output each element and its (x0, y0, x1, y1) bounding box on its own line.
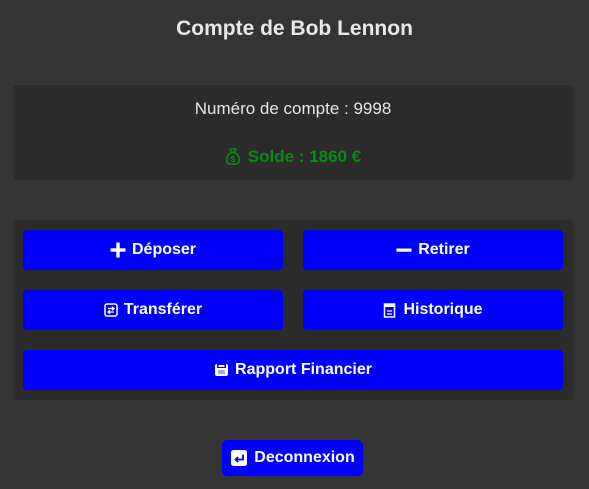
balance-text: Solde : 1860 € (247, 147, 362, 166)
minus-icon (396, 242, 412, 258)
actions-panel: Déposer Retirer Transférer Historique Ra… (13, 220, 573, 400)
svg-text:$: $ (231, 155, 236, 164)
report-icon (214, 363, 229, 377)
transfer-button[interactable]: Transférer (23, 290, 283, 330)
transfer-icon (104, 303, 118, 317)
account-number: Numéro de compte : 9998 (194, 99, 392, 118)
financial-report-button[interactable]: Rapport Financier (23, 350, 563, 390)
history-label: Historique (403, 301, 483, 318)
transfer-label: Transférer (123, 301, 203, 318)
logout-button[interactable]: Deconnexion (222, 440, 363, 476)
deposit-label: Déposer (131, 241, 197, 258)
account-info-card: Numéro de compte : 9998 $ Solde : 1860 € (13, 85, 573, 180)
plus-icon (110, 242, 126, 258)
withdraw-label: Retirer (418, 241, 470, 258)
history-button[interactable]: Historique (303, 290, 563, 330)
withdraw-button[interactable]: Retirer (303, 230, 563, 270)
page-title: Compte de Bob Lennon (176, 17, 413, 40)
deposit-button[interactable]: Déposer (23, 230, 283, 270)
balance-display: $ Solde : 1860 € (13, 147, 573, 167)
logout-icon (230, 449, 248, 467)
financial-report-label: Rapport Financier (235, 361, 372, 378)
history-icon (383, 302, 397, 318)
money-bag-icon: $ (225, 148, 241, 166)
logout-label: Deconnexion (254, 449, 355, 466)
